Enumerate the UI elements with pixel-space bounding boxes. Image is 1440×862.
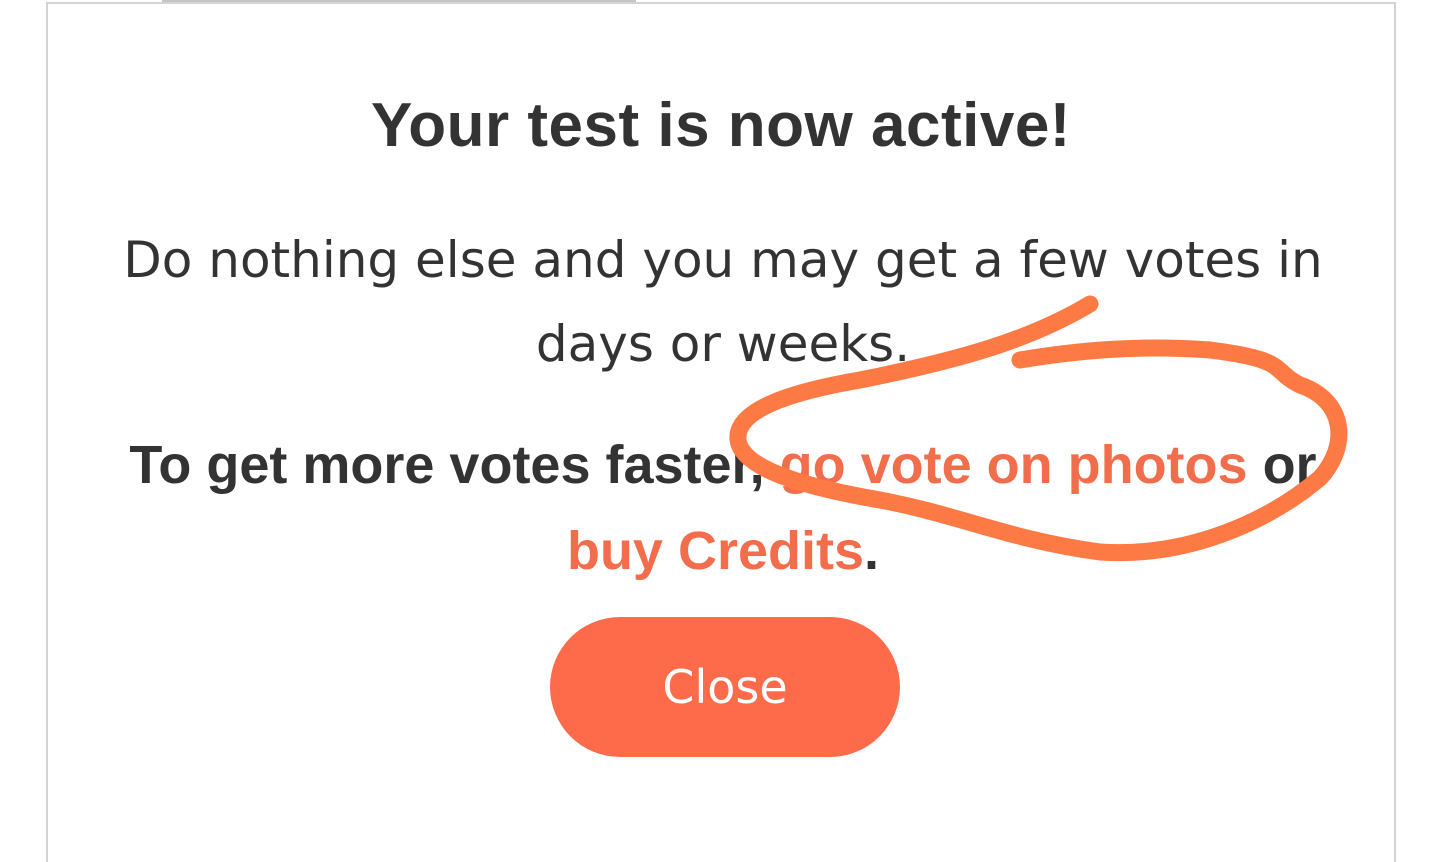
modal-subtitle: Do nothing else and you may get a few vo… <box>123 231 1323 373</box>
cta-suffix: . <box>864 521 880 581</box>
close-button[interactable]: Close <box>550 617 900 757</box>
cta-middle: or <box>1247 435 1317 495</box>
success-modal: Your test is now active! Do nothing else… <box>46 2 1396 862</box>
cta-prefix: To get more votes faster, <box>129 435 780 495</box>
modal-title: Your test is now active! <box>371 91 1071 160</box>
modal-cta-text: To get more votes faster, go vote on pho… <box>98 422 1348 594</box>
buy-credits-link[interactable]: buy Credits <box>567 521 864 581</box>
vote-on-photos-link[interactable]: go vote on photos <box>780 435 1248 495</box>
